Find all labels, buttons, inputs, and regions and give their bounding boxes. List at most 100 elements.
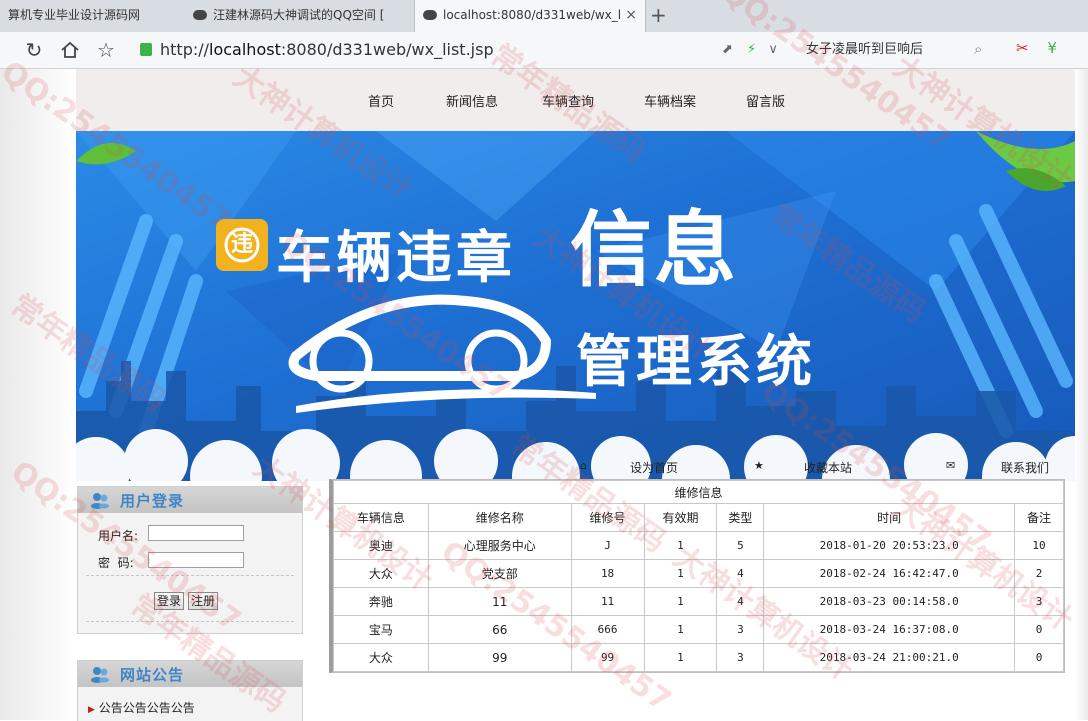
contact-us-link[interactable]: 联系我们	[1001, 459, 1049, 476]
nav-home[interactable]: 首页	[368, 91, 394, 110]
repair-info-table: 维修信息 车辆信息 维修名称 维修号 有效期 类型 时间 备注 奥迪 心理服务中心 J 1 5 201…	[333, 480, 1064, 672]
table-cell: 2018-03-24 21:00:21.0	[763, 643, 1016, 672]
table-cell: 宝马	[333, 615, 429, 644]
browser-tab-active[interactable]: localhost:8080/d331web/wx_l ×	[414, 0, 646, 32]
bookmark-star-icon[interactable]: ☆	[92, 36, 120, 64]
tab-favicon-icon	[193, 10, 207, 20]
password-label: 密 码:	[98, 556, 134, 570]
table-cell: 2018-01-20 20:53:23.0	[763, 531, 1016, 560]
nav-vehicle-search[interactable]: 车辆查询	[542, 91, 594, 110]
tab-favicon-icon	[423, 10, 437, 20]
violation-badge: 违	[230, 232, 253, 257]
table-cell: 心理服务中心	[427, 531, 572, 560]
home-small-icon: ⌂	[580, 459, 587, 472]
notice-item[interactable]: ▶ 公告公告公告公告	[88, 699, 195, 716]
table-cell: 3	[1014, 587, 1064, 616]
table-cell: 4	[716, 587, 765, 616]
notice-panel-header: 网站公告	[78, 661, 302, 687]
table-cell: 党支部	[427, 559, 572, 588]
url-host: localhost	[209, 40, 281, 59]
table-cell: 5	[716, 531, 765, 560]
address-bar[interactable]: http://localhost:8080/d331web/wx_list.js…	[140, 38, 700, 62]
table-cell: 4	[716, 559, 765, 588]
address-tools: ⬈ ⚡ ∨	[722, 38, 778, 62]
table-cell: 1	[643, 587, 718, 616]
login-panel-header: 用户登录	[78, 487, 302, 513]
main-nav: 首页 新闻信息 车辆查询 车辆档案 留言版	[76, 69, 1075, 131]
table-cell: 666	[570, 615, 645, 644]
table-cell: 1	[643, 615, 718, 644]
banner-title-part3: 管理系统	[576, 330, 816, 395]
table-cell: 11	[570, 587, 645, 616]
web-page: 首页 新闻信息 车辆查询 车辆档案 留言版 违 车辆违章 信息 管理系统 ⌂ 设…	[0, 0, 1088, 721]
table-row: 大众 99 99 1 3 2018-03-24 21:00:21.0 0	[333, 643, 1064, 672]
url-rest: :8080/d331web/wx_list.jsp	[280, 40, 494, 59]
column-header: 有效期	[643, 503, 718, 532]
table-cell: 2018-02-24 16:42:47.0	[763, 559, 1016, 588]
bookmark-site-link[interactable]: 收藏本站	[804, 459, 852, 476]
site-container: 首页 新闻信息 车辆查询 车辆档案 留言版 违 车辆违章 信息 管理系统 ⌂ 设…	[76, 69, 1075, 721]
table-cell: 0	[1014, 615, 1064, 644]
set-homepage-link[interactable]: 设为首页	[630, 459, 678, 476]
column-header: 类型	[716, 503, 765, 532]
table-cell: 0	[1014, 643, 1064, 672]
chevron-down-icon[interactable]: ∨	[768, 42, 778, 57]
share-icon[interactable]: ⬈	[722, 42, 733, 57]
table-cell: 2	[1014, 559, 1064, 588]
secure-shield-icon	[140, 43, 152, 56]
browser-tab-strip: 算机专业毕业设计源码网 汪建林源码大神调试的QQ空间 [ localhost:8…	[0, 0, 1088, 33]
repair-info-table-wrapper: 维修信息 车辆信息 维修名称 维修号 有效期 类型 时间 备注 奥迪 心理服务中心 J 1 5 201…	[329, 479, 1065, 673]
notice-panel-title: 网站公告	[120, 666, 185, 684]
table-cell: 11	[427, 587, 572, 616]
home-icon[interactable]	[56, 36, 84, 64]
table-cell: 10	[1014, 531, 1064, 560]
table-cell: 99	[427, 643, 572, 672]
table-row: 宝马 66 666 1 3 2018-03-24 16:37:08.0 0	[333, 615, 1064, 644]
top-links-bar: ⌂ 设为首页 ★ 收藏本站 ✉ 联系我们	[76, 455, 1075, 479]
username-label: 用户名:	[98, 529, 139, 543]
bullet-arrow-icon: ▶	[88, 705, 95, 715]
table-cell: 奔驰	[333, 587, 429, 616]
login-panel: 用户登录 用户名: 密 码: 登录 注册	[77, 486, 303, 634]
table-cell: 66	[427, 615, 572, 644]
extension-icons: ✂ ¥	[1016, 39, 1057, 57]
reload-icon[interactable]: ↻	[20, 36, 48, 64]
browser-tab-1[interactable]: 算机专业毕业设计源码网	[0, 0, 180, 32]
nav-vehicle-archive[interactable]: 车辆档案	[644, 91, 696, 110]
nav-guestbook[interactable]: 留言版	[746, 91, 785, 110]
browser-toolbar: ↻ ☆ http://localhost:8080/d331web/wx_lis…	[0, 32, 1088, 69]
register-button[interactable]: 注册	[188, 592, 219, 610]
login-button[interactable]: 登录	[154, 592, 185, 610]
table-cell: 3	[716, 615, 765, 644]
notice-item-text: 公告公告公告公告	[98, 701, 195, 715]
table-cell: 大众	[333, 643, 429, 672]
browser-tab-2[interactable]: 汪建林源码大神调试的QQ空间 [	[185, 0, 413, 32]
new-tab-button[interactable]: +	[650, 2, 667, 28]
tab-close-icon[interactable]: ×	[625, 0, 637, 30]
search-hint-text[interactable]: 女子凌晨听到巨响后	[806, 38, 923, 62]
table-row: 奥迪 心理服务中心 J 1 5 2018-01-20 20:53:23.0 10	[333, 531, 1064, 560]
wallet-icon[interactable]: ¥	[1047, 39, 1057, 57]
url-prefix: http://	[160, 40, 210, 59]
banner-title-part2: 信息	[570, 203, 739, 298]
table-cell: 1	[643, 531, 718, 560]
table-row: 大众 党支部 18 1 4 2018-02-24 16:42:47.0 2	[333, 559, 1064, 588]
column-header: 维修名称	[427, 503, 572, 532]
lightning-icon[interactable]: ⚡	[747, 42, 756, 57]
table-cell: 3	[716, 643, 765, 672]
table-row: 奔驰 11 11 1 4 2018-03-23 00:14:58.0 3	[333, 587, 1064, 616]
search-icon[interactable]: ⌕	[974, 40, 982, 58]
password-input[interactable]	[148, 552, 244, 568]
tab-label: localhost:8080/d331web/wx_l	[443, 8, 622, 22]
users-icon	[91, 667, 109, 683]
favorite-small-icon: ★	[754, 459, 764, 472]
divider	[86, 575, 294, 576]
table-cell: 18	[570, 559, 645, 588]
nav-news[interactable]: 新闻信息	[446, 91, 498, 110]
scissors-icon[interactable]: ✂	[1016, 39, 1029, 57]
username-input[interactable]	[148, 525, 244, 541]
column-header: 时间	[763, 503, 1016, 532]
users-icon	[91, 493, 109, 509]
column-header: 维修号	[570, 503, 645, 532]
banner-title-part1: 车辆违章	[276, 226, 516, 291]
